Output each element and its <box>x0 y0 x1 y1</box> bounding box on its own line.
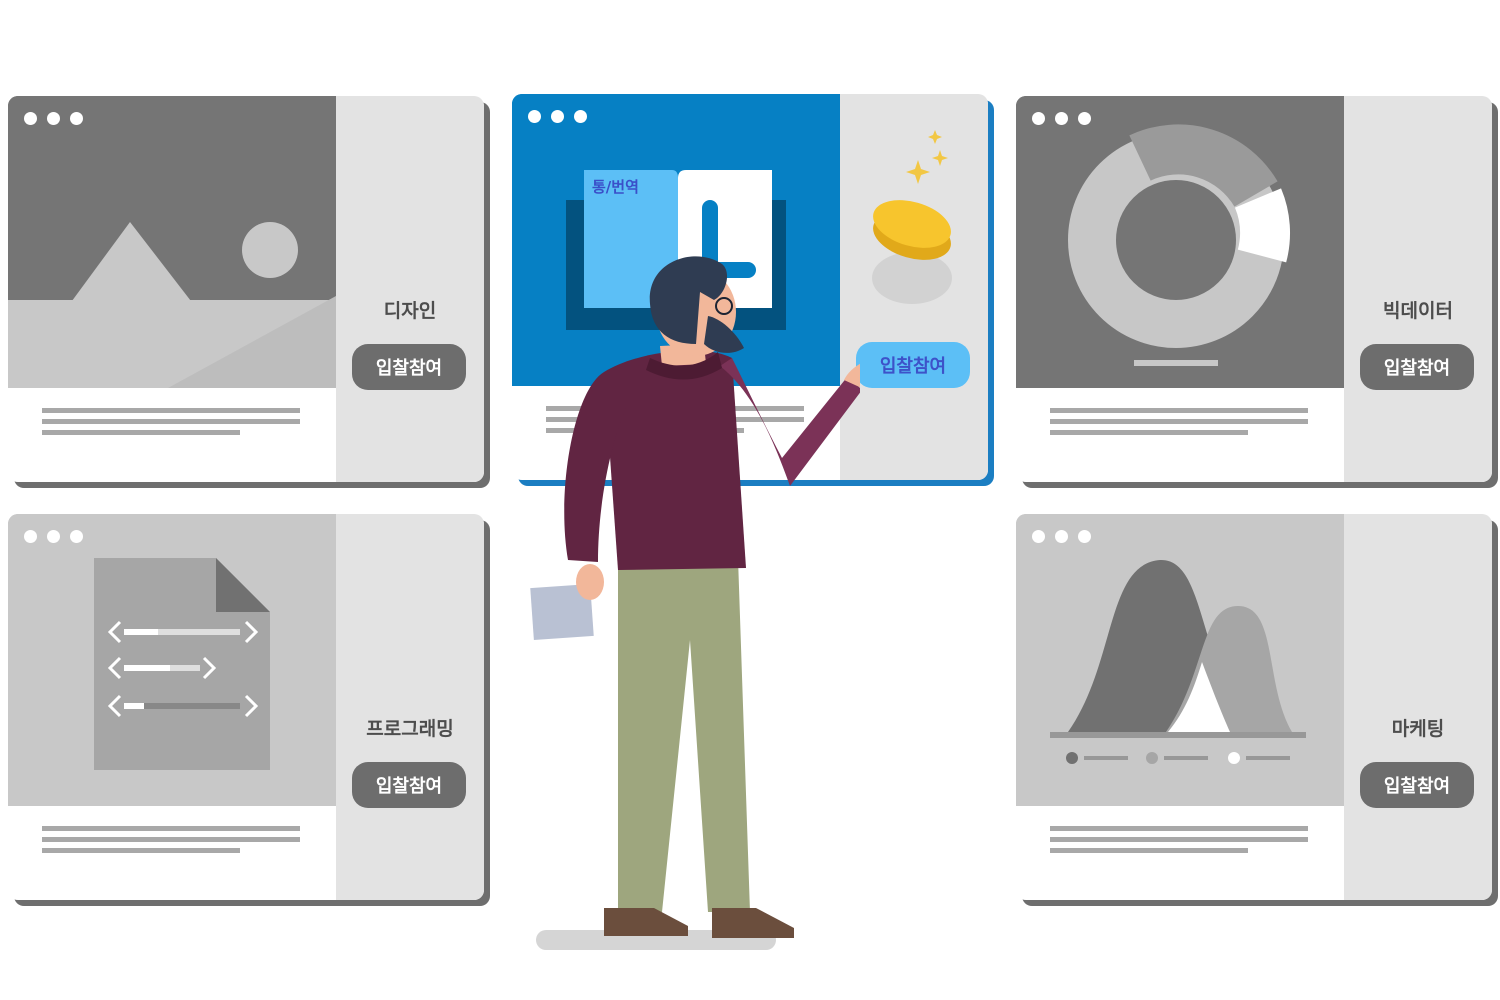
card-marketing[interactable]: 마케팅 입찰참여 <box>1016 514 1492 900</box>
card-bigdata[interactable]: 빅데이터 입찰참여 <box>1016 96 1492 482</box>
donut-chart-icon <box>1016 96 1344 388</box>
category-label: 디자인 <box>383 300 437 322</box>
bid-button[interactable]: 입찰참여 <box>856 342 970 388</box>
bid-button[interactable]: 입찰참여 <box>1360 344 1474 390</box>
text-placeholder-lines <box>1050 826 1308 859</box>
gold-coin-icon <box>872 130 952 304</box>
card-hero <box>1016 514 1344 806</box>
bid-button[interactable]: 입찰참여 <box>352 762 466 808</box>
category-label: 프로그래밍 <box>366 718 454 740</box>
card-hero <box>8 96 336 388</box>
card-hero <box>1016 96 1344 388</box>
text-placeholder-lines <box>1050 408 1308 441</box>
sparkle-icon <box>906 160 930 184</box>
text-placeholder-lines <box>42 408 300 441</box>
bell-curve-chart-icon <box>1016 514 1344 806</box>
code-document-icon <box>8 514 336 806</box>
window-dots <box>24 530 83 543</box>
bid-button[interactable]: 입찰참여 <box>352 344 466 390</box>
category-label: 빅데이터 <box>1383 300 1453 322</box>
card-design[interactable]: 디자인 입찰참여 <box>8 96 484 482</box>
window-dots <box>1032 112 1091 125</box>
window-dots <box>528 110 587 123</box>
card-hero <box>8 514 336 806</box>
card-side-panel: 입찰참여 <box>840 94 988 480</box>
bid-button[interactable]: 입찰참여 <box>1360 762 1474 808</box>
text-placeholder-lines <box>42 826 300 859</box>
card-programming[interactable]: 프로그래밍 입찰참여 <box>8 514 484 900</box>
card-side-panel: 빅데이터 입찰참여 <box>1344 96 1492 482</box>
card-side-panel: 디자인 입찰참여 <box>336 96 484 482</box>
landscape-image-icon <box>8 96 336 388</box>
card-side-panel: 마케팅 입찰참여 <box>1344 514 1492 900</box>
card-side-panel: 프로그래밍 입찰참여 <box>336 514 484 900</box>
book-tab-label: 통/번역 <box>592 178 639 196</box>
man-pointing-illustration <box>530 256 860 950</box>
window-dots <box>24 112 83 125</box>
window-dots <box>1032 530 1091 543</box>
category-label: 마케팅 <box>1391 718 1445 740</box>
